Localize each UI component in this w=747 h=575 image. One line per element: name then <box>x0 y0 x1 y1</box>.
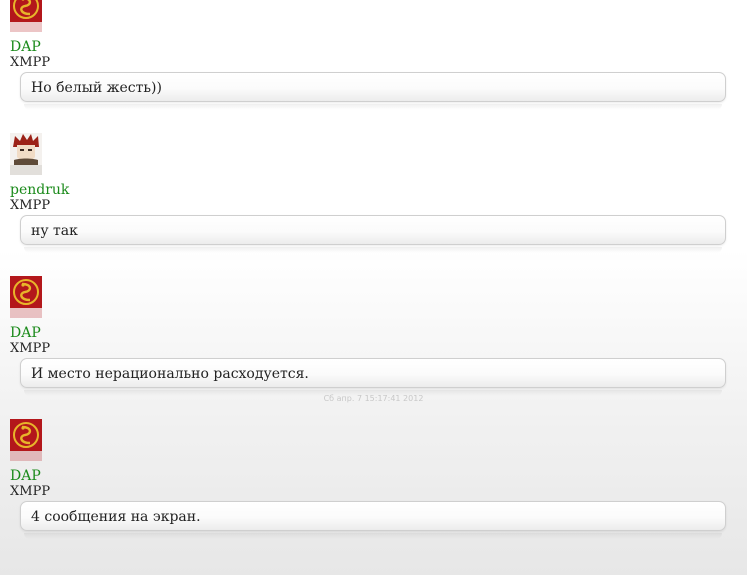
avatar[interactable] <box>10 419 42 461</box>
bubble-reflection <box>24 390 722 396</box>
dragon-emblem-icon <box>10 0 42 32</box>
message-text: 4 сообщения на экран. <box>31 509 201 525</box>
bubble-reflection <box>24 533 722 539</box>
protocol-label: XMPP <box>10 341 51 356</box>
message-bubble: ну так <box>20 215 726 245</box>
anime-character-avatar-icon <box>10 133 42 175</box>
nick-label[interactable]: pendruk <box>10 182 69 198</box>
message-bubble: И место нерационально расходуется. <box>20 358 726 388</box>
dragon-emblem-icon <box>10 419 42 461</box>
avatar[interactable] <box>10 133 42 175</box>
message-text: И место нерационально расходуется. <box>31 366 309 382</box>
nick-label[interactable]: DAP <box>10 468 41 484</box>
message-bubble: Но белый жесть)) <box>20 72 726 102</box>
avatar[interactable] <box>10 276 42 318</box>
protocol-label: XMPP <box>10 55 51 70</box>
message-bubble: 4 сообщения на экран. <box>20 501 726 531</box>
bubble-reflection <box>24 104 722 110</box>
message-text: Но белый жесть)) <box>31 80 162 96</box>
message-text: ну так <box>31 223 78 239</box>
avatar[interactable] <box>10 0 42 32</box>
protocol-label: XMPP <box>10 484 51 499</box>
dragon-emblem-icon <box>10 276 42 318</box>
protocol-label: XMPP <box>10 198 51 213</box>
bubble-reflection <box>24 247 722 253</box>
nick-label[interactable]: DAP <box>10 39 41 55</box>
nick-label[interactable]: DAP <box>10 325 41 341</box>
